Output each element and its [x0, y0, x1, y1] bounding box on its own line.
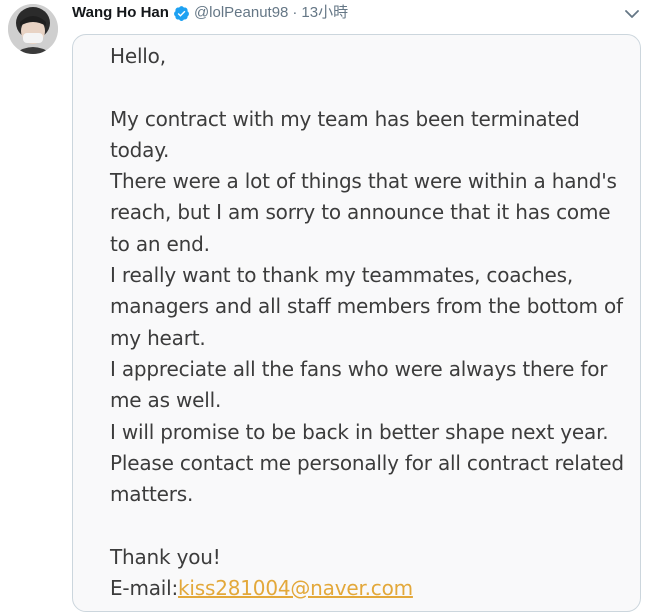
author-display-name[interactable]: Wang Ho Han: [72, 3, 169, 23]
separator-dot: ·: [292, 4, 298, 21]
verified-badge-icon: [173, 5, 190, 22]
chevron-down-icon[interactable]: [622, 4, 642, 24]
author-handle[interactable]: @lolPeanut98: [194, 3, 288, 23]
letter-spacer: [110, 510, 635, 541]
tweet-timestamp[interactable]: 13小時: [301, 3, 348, 23]
letter-body: My contract with my team has been termin…: [110, 106, 624, 507]
email-label: E-mail:: [110, 576, 179, 601]
letter-greeting: Hello,: [110, 44, 166, 68]
letter-email-line: E-mail:kiss281004@naver.com: [110, 573, 635, 604]
letter-spacer: [110, 72, 635, 103]
tweet-image-card[interactable]: Hello, My contract with my team has been…: [72, 34, 641, 612]
tweet: Wang Ho Han @lolPeanut98 · 13小時 Hello, M…: [0, 0, 650, 616]
letter-closing: Thank you!: [110, 544, 221, 569]
email-link[interactable]: kiss281004@naver.com: [178, 576, 413, 600]
statement-letter: Hello, My contract with my team has been…: [110, 41, 635, 604]
tweet-header: Wang Ho Han @lolPeanut98 · 13小時: [72, 2, 348, 24]
avatar[interactable]: [8, 4, 58, 54]
